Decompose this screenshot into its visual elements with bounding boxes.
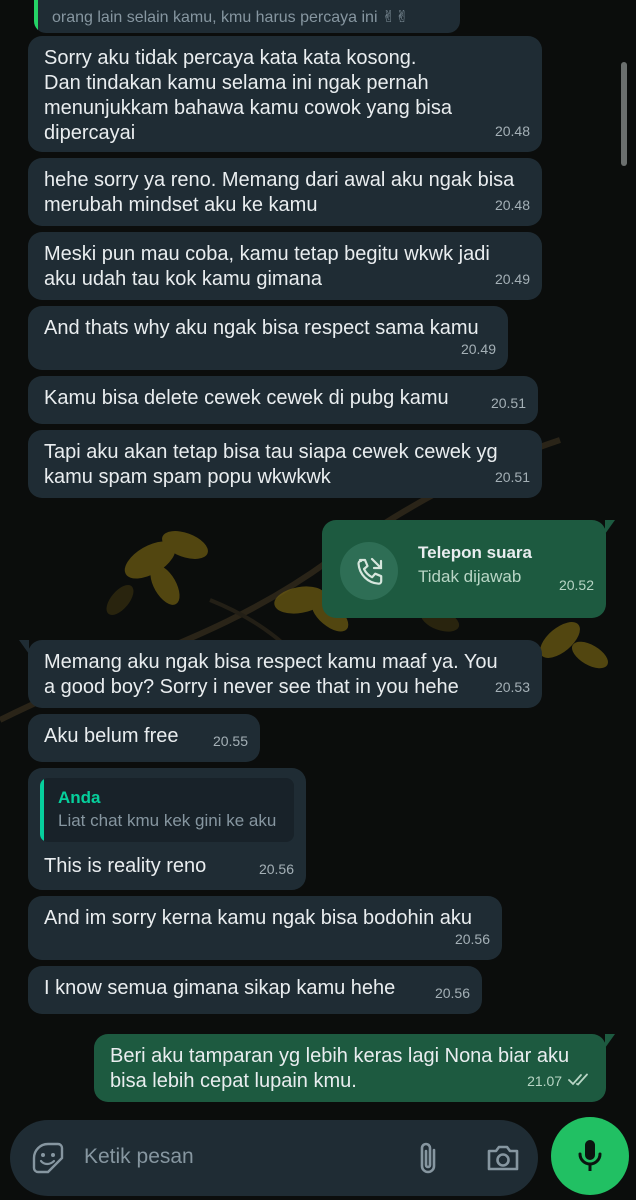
- quoted-text: orang lain selain kamu, kmu harus percay…: [52, 9, 409, 26]
- sent-time: 21.07: [527, 1073, 563, 1089]
- bubble-tail: [19, 640, 29, 654]
- missed-call-icon[interactable]: [340, 542, 398, 600]
- incoming-message[interactable]: hehe sorry ya reno. Memang dari awal aku…: [28, 158, 542, 226]
- incoming-message[interactable]: Kamu bisa delete cewek cewek di pubg kam…: [28, 376, 538, 424]
- reply-message[interactable]: Anda Liat chat kmu kek gini ke aku This …: [28, 768, 306, 890]
- message-time: 20.51: [490, 395, 526, 411]
- message-time: 20.48: [494, 197, 530, 213]
- message-text: And thats why aku ngak bisa respect sama…: [44, 317, 479, 339]
- message-input-bar[interactable]: Ketik pesan: [10, 1120, 538, 1196]
- message-time: 20.52: [558, 577, 594, 593]
- incoming-message[interactable]: Sorry aku tidak percaya kata kata kosong…: [28, 36, 542, 152]
- quoted-message-fragment[interactable]: orang lain selain kamu, kmu harus percay…: [34, 0, 460, 33]
- incoming-message[interactable]: And thats why aku ngak bisa respect sama…: [28, 306, 508, 370]
- message-time: 21.07: [527, 1069, 594, 1094]
- message-time: 20.51: [494, 469, 530, 485]
- message-text: I know semua gimana sikap kamu hehe: [44, 977, 396, 999]
- incoming-message[interactable]: Aku belum free 20.55: [28, 714, 260, 762]
- message-time: 20.49: [494, 271, 530, 287]
- message-time: 20.49: [460, 341, 496, 357]
- chat-area[interactable]: orang lain selain kamu, kmu harus percay…: [0, 0, 636, 1110]
- attachment-icon[interactable]: [410, 1138, 446, 1178]
- message-text: This is reality reno: [44, 855, 207, 877]
- message-text: Memang aku ngak bisa respect kamu maaf y…: [44, 651, 498, 698]
- microphone-button[interactable]: [551, 1117, 629, 1195]
- message-text: Beri aku tamparan yg lebih keras lagi No…: [110, 1045, 570, 1092]
- message-text: hehe sorry ya reno. Memang dari awal aku…: [44, 169, 515, 216]
- message-text: Meski pun mau coba, kamu tetap begitu wk…: [44, 243, 490, 290]
- quoted-reply[interactable]: Anda Liat chat kmu kek gini ke aku: [40, 778, 294, 842]
- quote-author: Anda: [58, 788, 101, 807]
- message-time: 20.53: [494, 679, 530, 695]
- message-time: 20.56: [434, 985, 470, 1001]
- emoji-icon[interactable]: [30, 1140, 66, 1176]
- quote-text: Liat chat kmu kek gini ke aku: [58, 811, 277, 830]
- quote-accent-bar: [40, 778, 44, 842]
- message-time: 20.48: [494, 123, 530, 139]
- bubble-tail: [605, 520, 615, 534]
- quote-accent-bar: [34, 0, 38, 33]
- incoming-message[interactable]: And im sorry kerna kamu ngak bisa bodohi…: [28, 896, 502, 960]
- bubble-tail: [605, 1034, 615, 1048]
- scrollbar[interactable]: [621, 62, 627, 166]
- message-time: 20.55: [212, 733, 248, 749]
- incoming-message[interactable]: Meski pun mau coba, kamu tetap begitu wk…: [28, 232, 542, 300]
- message-text: Tapi aku akan tetap bisa tau siapa cewek…: [44, 441, 498, 488]
- message-text: Kamu bisa delete cewek cewek di pubg kam…: [44, 387, 449, 409]
- incoming-message[interactable]: Memang aku ngak bisa respect kamu maaf y…: [19, 640, 542, 708]
- message-text: Sorry aku tidak percaya kata kata kosong…: [44, 47, 452, 144]
- camera-icon[interactable]: [484, 1140, 522, 1176]
- incoming-message[interactable]: I know semua gimana sikap kamu hehe 20.5…: [28, 966, 482, 1014]
- incoming-message[interactable]: Tapi aku akan tetap bisa tau siapa cewek…: [28, 430, 542, 498]
- microphone-icon: [578, 1140, 602, 1171]
- double-check-icon: [568, 1073, 588, 1086]
- missed-call-message[interactable]: Telepon suara Tidak dijawab 20.52: [322, 520, 615, 618]
- message-time: 20.56: [258, 861, 294, 877]
- message-input-placeholder[interactable]: Ketik pesan: [84, 1145, 194, 1169]
- message-time: 20.56: [454, 931, 490, 947]
- call-status: Tidak dijawab: [418, 567, 522, 586]
- call-title: Telepon suara: [418, 543, 532, 562]
- message-text: And im sorry kerna kamu ngak bisa bodohi…: [44, 907, 473, 929]
- outgoing-message[interactable]: Beri aku tamparan yg lebih keras lagi No…: [94, 1034, 615, 1102]
